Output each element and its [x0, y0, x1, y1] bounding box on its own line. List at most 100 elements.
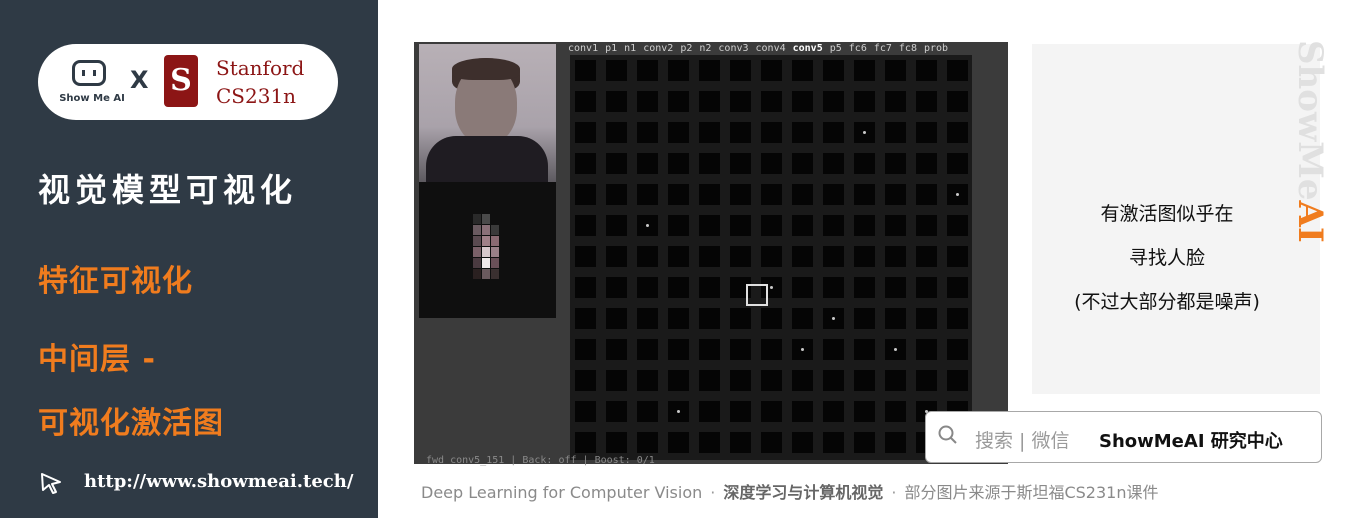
activation-channel[interactable]: [606, 401, 627, 422]
activation-channel[interactable]: [916, 122, 937, 143]
activation-channel[interactable]: [637, 432, 658, 453]
activation-channel[interactable]: [699, 308, 720, 329]
activation-channel[interactable]: [668, 153, 689, 174]
activation-channel[interactable]: [730, 215, 751, 236]
activation-channel[interactable]: [668, 246, 689, 267]
activation-channel[interactable]: [885, 153, 906, 174]
activation-channel[interactable]: [730, 153, 751, 174]
activation-channel[interactable]: [823, 91, 844, 112]
activation-channel[interactable]: [947, 215, 968, 236]
activation-channel[interactable]: [761, 432, 782, 453]
activation-channel[interactable]: [606, 246, 627, 267]
activation-channel[interactable]: [575, 277, 596, 298]
activation-channel[interactable]: [668, 184, 689, 205]
activation-channel[interactable]: [916, 184, 937, 205]
activation-channel[interactable]: [637, 277, 658, 298]
activation-channel[interactable]: [637, 122, 658, 143]
activation-channel[interactable]: [575, 432, 596, 453]
layer-tab-n2[interactable]: n2: [699, 43, 711, 54]
activation-channel[interactable]: [792, 122, 813, 143]
activation-channel[interactable]: [885, 215, 906, 236]
activation-channel[interactable]: [730, 370, 751, 391]
activation-channel[interactable]: [761, 339, 782, 360]
activation-channel[interactable]: [606, 91, 627, 112]
activation-channel[interactable]: [823, 153, 844, 174]
activation-channel[interactable]: [854, 277, 875, 298]
activation-channel[interactable]: [575, 91, 596, 112]
activation-channel[interactable]: [606, 370, 627, 391]
activation-channel[interactable]: [916, 153, 937, 174]
activation-channel[interactable]: [885, 432, 906, 453]
activation-channel[interactable]: [854, 401, 875, 422]
website-link[interactable]: http://www.showmeai.tech/: [84, 471, 353, 492]
layer-tab-p5[interactable]: p5: [830, 43, 842, 54]
layer-tab-p1[interactable]: p1: [605, 43, 617, 54]
activation-channel[interactable]: [885, 60, 906, 81]
activation-channel[interactable]: [823, 184, 844, 205]
activation-channel[interactable]: [885, 122, 906, 143]
layer-tab-conv2[interactable]: conv2: [643, 43, 673, 54]
activation-channel[interactable]: [730, 401, 751, 422]
activation-channel[interactable]: [823, 370, 844, 391]
activation-channel[interactable]: [730, 308, 751, 329]
activation-channel[interactable]: [761, 91, 782, 112]
activation-channel[interactable]: [792, 246, 813, 267]
activation-channel[interactable]: [947, 308, 968, 329]
activation-channel[interactable]: [916, 91, 937, 112]
activation-channel[interactable]: [792, 215, 813, 236]
activation-channel[interactable]: [761, 215, 782, 236]
activation-channel[interactable]: [916, 60, 937, 81]
activation-channel[interactable]: [730, 339, 751, 360]
activation-channel[interactable]: [699, 370, 720, 391]
activation-channel[interactable]: [606, 339, 627, 360]
activation-channel[interactable]: [761, 246, 782, 267]
activation-channel[interactable]: [823, 339, 844, 360]
activation-channel[interactable]: [699, 60, 720, 81]
activation-channel[interactable]: [575, 215, 596, 236]
activation-channel[interactable]: [854, 60, 875, 81]
activation-channel[interactable]: [637, 308, 658, 329]
activation-channel[interactable]: [606, 308, 627, 329]
activation-channel[interactable]: [606, 153, 627, 174]
activation-channel[interactable]: [854, 432, 875, 453]
activation-channel[interactable]: [668, 215, 689, 236]
activation-channel[interactable]: [854, 153, 875, 174]
activation-channel[interactable]: [606, 122, 627, 143]
activation-channel[interactable]: [699, 432, 720, 453]
activation-channel[interactable]: [730, 91, 751, 112]
activation-channel[interactable]: [699, 339, 720, 360]
activation-channel[interactable]: [637, 370, 658, 391]
activation-channel[interactable]: [761, 153, 782, 174]
activation-channel[interactable]: [916, 246, 937, 267]
activation-channel[interactable]: [792, 277, 813, 298]
activation-channel[interactable]: [792, 308, 813, 329]
activation-channel[interactable]: [947, 370, 968, 391]
activation-channel[interactable]: [699, 184, 720, 205]
activation-channel[interactable]: [947, 60, 968, 81]
activation-channel[interactable]: [606, 215, 627, 236]
activation-channel[interactable]: [606, 432, 627, 453]
activation-channel[interactable]: [575, 153, 596, 174]
activation-channel[interactable]: [730, 246, 751, 267]
activation-channel[interactable]: [761, 60, 782, 81]
activation-channel[interactable]: [761, 370, 782, 391]
activation-channel[interactable]: [792, 370, 813, 391]
selected-channel[interactable]: [746, 284, 768, 306]
activation-channel[interactable]: [668, 339, 689, 360]
activation-channel[interactable]: [699, 91, 720, 112]
activation-channel[interactable]: [885, 370, 906, 391]
activation-channel[interactable]: [668, 60, 689, 81]
activation-channel[interactable]: [885, 401, 906, 422]
activation-channel[interactable]: [854, 308, 875, 329]
activation-channel[interactable]: [699, 277, 720, 298]
layer-tab-conv5[interactable]: conv5: [793, 43, 823, 54]
activation-channel[interactable]: [916, 339, 937, 360]
activation-channel[interactable]: [947, 91, 968, 112]
activation-channel[interactable]: [606, 277, 627, 298]
activation-channel[interactable]: [668, 91, 689, 112]
activation-channel[interactable]: [606, 60, 627, 81]
activation-channel[interactable]: [792, 184, 813, 205]
layer-tab-fc6[interactable]: fc6: [849, 43, 867, 54]
activation-channel[interactable]: [792, 432, 813, 453]
activation-channel[interactable]: [637, 91, 658, 112]
